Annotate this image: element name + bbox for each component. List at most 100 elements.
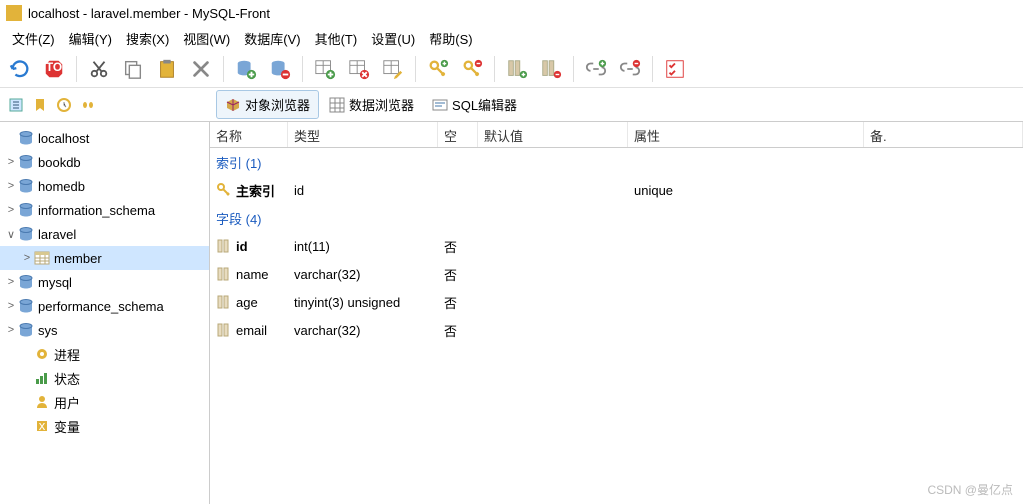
tab-label: SQL编辑器 [452, 95, 517, 114]
node-icon [18, 202, 34, 218]
tree-node[interactable]: > sys [0, 318, 209, 342]
twister-icon[interactable]: > [4, 180, 18, 192]
node-label: localhost [38, 131, 89, 146]
node-icon [34, 370, 50, 386]
checklist-icon[interactable] [661, 55, 689, 83]
tree-node[interactable]: > information_schema [0, 198, 209, 222]
menu-edit[interactable]: 编辑(Y) [63, 27, 118, 50]
database-tree[interactable]: localhost > bookdb > homedb > informatio… [0, 122, 210, 504]
header-remark[interactable]: 备. [864, 122, 1023, 147]
app-icon [6, 5, 22, 21]
grid-icon [329, 97, 345, 113]
delete-icon[interactable] [187, 55, 215, 83]
tree-node[interactable]: ∨ laravel [0, 222, 209, 246]
menu-view[interactable]: 视图(W) [177, 27, 236, 50]
tree-node[interactable]: x 变量 [0, 414, 209, 438]
db-remove-icon[interactable] [266, 55, 294, 83]
menu-other[interactable]: 其他(T) [309, 27, 364, 50]
stop-icon[interactable]: STOP [40, 55, 68, 83]
main-toolbar: STOP [0, 50, 1023, 88]
menu-file[interactable]: 文件(Z) [6, 27, 61, 50]
twister-icon[interactable]: > [4, 156, 18, 168]
twister-icon[interactable]: > [4, 276, 18, 288]
column-icon [216, 322, 232, 338]
node-label: bookdb [38, 155, 81, 170]
tree-node[interactable]: 进程 [0, 342, 209, 366]
key-add-icon[interactable] [424, 55, 452, 83]
node-icon [18, 178, 34, 194]
tree-node[interactable]: > homedb [0, 174, 209, 198]
tab-data-browser[interactable]: 数据浏览器 [321, 91, 422, 118]
window-title: localhost - laravel.member - MySQL-Front [28, 6, 270, 21]
twister-icon[interactable]: > [4, 300, 18, 312]
header-attr[interactable]: 属性 [628, 122, 864, 147]
tab-object-browser[interactable]: 对象浏览器 [216, 90, 319, 119]
node-icon [18, 226, 34, 242]
tab-label: 对象浏览器 [245, 95, 310, 114]
tree-node[interactable]: 状态 [0, 366, 209, 390]
node-icon [18, 154, 34, 170]
footprint-icon[interactable] [78, 95, 98, 115]
paste-icon[interactable] [153, 55, 181, 83]
node-label: information_schema [38, 203, 155, 218]
column-icon [216, 294, 232, 310]
menu-help[interactable]: 帮助(S) [423, 27, 478, 50]
menu-search[interactable]: 搜索(X) [120, 27, 175, 50]
node-icon: x [34, 418, 50, 434]
header-type[interactable]: 类型 [288, 122, 438, 147]
key-remove-icon[interactable] [458, 55, 486, 83]
field-row[interactable]: age tinyint(3) unsigned 否 [210, 288, 1023, 316]
node-label: laravel [38, 227, 76, 242]
db-add-icon[interactable] [232, 55, 260, 83]
header-null[interactable]: 空 [438, 122, 478, 147]
menu-settings[interactable]: 设置(U) [365, 27, 421, 50]
header-name[interactable]: 名称 [210, 122, 288, 147]
twister-icon[interactable]: > [4, 324, 18, 336]
tree-node[interactable]: > performance_schema [0, 294, 209, 318]
svg-text:STOP: STOP [43, 59, 65, 73]
node-icon [18, 298, 34, 314]
table-edit-icon[interactable] [379, 55, 407, 83]
tree-node[interactable]: 用户 [0, 390, 209, 414]
key-icon [216, 182, 232, 198]
twister-icon[interactable]: ∨ [4, 228, 18, 241]
refresh-icon[interactable] [6, 55, 34, 83]
copy-icon[interactable] [119, 55, 147, 83]
secondary-toolbar: 对象浏览器 数据浏览器 SQL编辑器 [0, 88, 1023, 122]
tree-node[interactable]: > mysql [0, 270, 209, 294]
node-label: 状态 [54, 369, 80, 388]
field-section[interactable]: 字段 (4) [210, 205, 268, 232]
tree-toggle-icon[interactable] [6, 95, 26, 115]
field-row[interactable]: name varchar(32) 否 [210, 260, 1023, 288]
menu-database[interactable]: 数据库(V) [238, 27, 306, 50]
bookmark-icon[interactable] [30, 95, 50, 115]
svg-text:x: x [39, 418, 46, 433]
clock-icon[interactable] [54, 95, 74, 115]
header-default[interactable]: 默认值 [478, 122, 628, 147]
column-add-icon[interactable] [503, 55, 531, 83]
tree-node[interactable]: localhost [0, 126, 209, 150]
tab-sql-editor[interactable]: SQL编辑器 [424, 91, 525, 118]
tree-node[interactable]: > member [0, 246, 209, 270]
index-row[interactable]: 主索引 id unique [210, 176, 1023, 204]
twister-icon[interactable]: > [4, 204, 18, 216]
main-area: localhost > bookdb > homedb > informatio… [0, 122, 1023, 504]
table-add-icon[interactable] [311, 55, 339, 83]
index-section[interactable]: 索引 (1) [210, 149, 268, 176]
cut-icon[interactable] [85, 55, 113, 83]
node-label: 变量 [54, 417, 80, 436]
column-remove-icon[interactable] [537, 55, 565, 83]
field-row[interactable]: id int(11) 否 [210, 232, 1023, 260]
node-label: 用户 [54, 393, 80, 412]
node-label: mysql [38, 275, 72, 290]
twister-icon[interactable]: > [20, 252, 34, 264]
link-remove-icon[interactable] [616, 55, 644, 83]
tree-node[interactable]: > bookdb [0, 150, 209, 174]
node-icon [18, 274, 34, 290]
cube-icon [225, 97, 241, 113]
table-remove-icon[interactable] [345, 55, 373, 83]
node-icon [34, 346, 50, 362]
link-add-icon[interactable] [582, 55, 610, 83]
node-icon [34, 394, 50, 410]
field-row[interactable]: email varchar(32) 否 [210, 316, 1023, 344]
